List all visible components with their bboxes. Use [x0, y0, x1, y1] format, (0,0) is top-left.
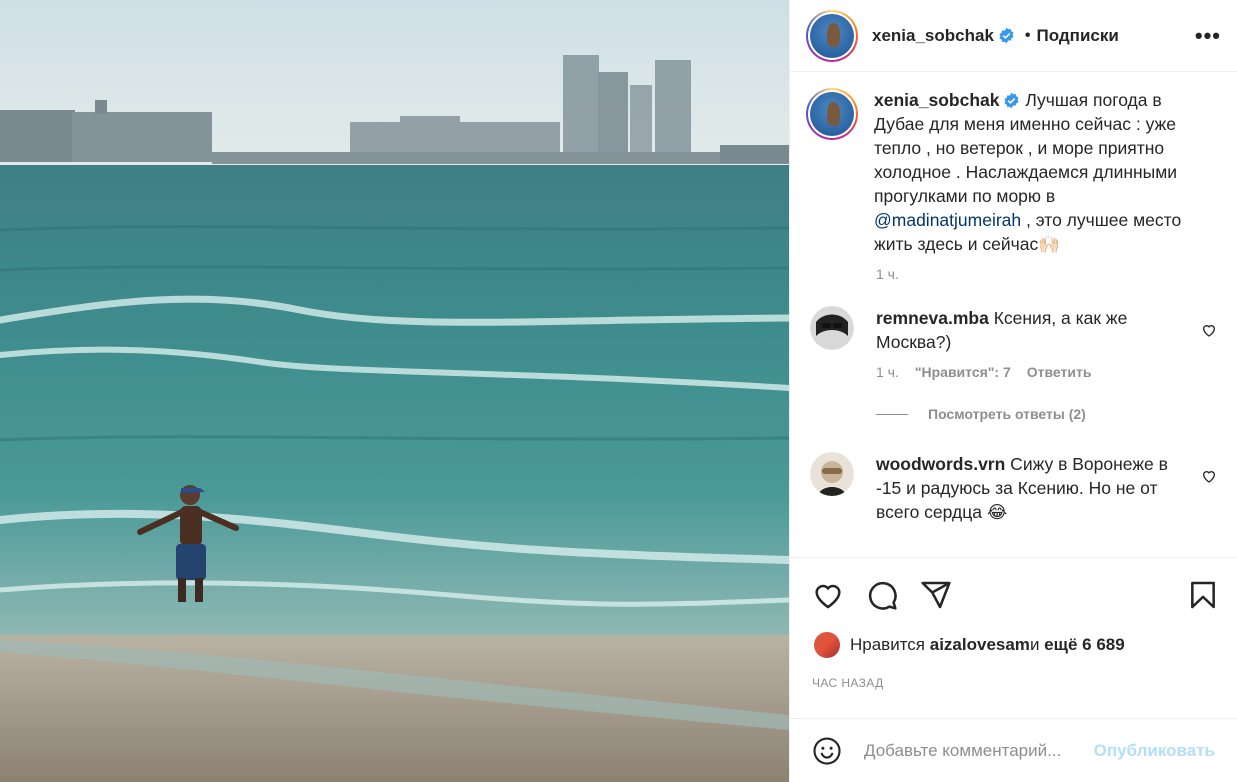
likes-middle: и [1029, 635, 1040, 654]
add-comment-bar: Опубликовать [790, 718, 1237, 782]
commenter-username[interactable]: woodwords.vrn [876, 454, 1005, 474]
author-username[interactable]: xenia_sobchak [872, 26, 994, 46]
post-header: xenia_sobchak • Подписки ••• [790, 0, 1237, 72]
comment-text: remneva.mba Ксения, а как же Москва?) [876, 306, 1176, 354]
comment-text: woodwords.vrn Сижу в Воронеже в -15 и ра… [876, 452, 1176, 524]
caption-username[interactable]: xenia_sobchak [874, 90, 999, 110]
beach-photo-illustration [0, 0, 789, 782]
paper-plane-icon[interactable] [920, 579, 952, 611]
caption-meta: 1 ч. [876, 266, 1221, 282]
author-avatar[interactable] [806, 9, 858, 62]
comment-bubble-icon[interactable] [866, 579, 898, 611]
caption-mention-link[interactable]: @madinatjumeirah [874, 210, 1021, 230]
comment-time: 1 ч. [876, 364, 899, 380]
verified-badge-icon [999, 27, 1014, 44]
smiley-icon[interactable] [812, 736, 842, 766]
comment-item: remneva.mba Ксения, а как же Москва?) [806, 306, 1221, 354]
view-replies-button[interactable]: Посмотреть ответы (2) [876, 406, 1221, 422]
liker-avatar[interactable] [814, 632, 840, 658]
caption-avatar[interactable] [806, 88, 858, 140]
post-photo[interactable] [0, 0, 789, 782]
heart-icon[interactable] [812, 579, 844, 611]
caption-text: xenia_sobchak Лучшая погода в Дубае для … [874, 88, 1204, 256]
more-options-icon[interactable]: ••• [1195, 23, 1221, 49]
comment-like-heart-icon[interactable] [1201, 468, 1217, 484]
following-button[interactable]: Подписки [1037, 26, 1119, 46]
comment-item: woodwords.vrn Сижу в Воронеже в -15 и ра… [806, 452, 1221, 524]
commenter-avatar[interactable] [810, 306, 854, 350]
caption-avatar-image [810, 92, 854, 136]
caption: xenia_sobchak Лучшая погода в Дубае для … [806, 88, 1221, 256]
commenter-avatar[interactable] [810, 452, 854, 496]
view-replies-label: Посмотреть ответы (2) [928, 406, 1086, 422]
separator-dot: • [1024, 26, 1031, 44]
verified-badge-icon [1004, 92, 1019, 109]
likes-count-button[interactable]: ещё 6 689 [1044, 635, 1125, 655]
reply-button[interactable]: Ответить [1027, 364, 1092, 380]
caption-time: 1 ч. [876, 266, 899, 282]
comment-meta: 1 ч. "Нравится": 7 Ответить [876, 364, 1221, 380]
author-avatar-image [810, 13, 854, 58]
commenter-username[interactable]: remneva.mba [876, 308, 989, 328]
publish-button[interactable]: Опубликовать [1094, 741, 1215, 761]
likes-summary: Нравится aizalovesam и ещё 6 689 [790, 632, 1237, 658]
post-timestamp[interactable]: час назад [790, 658, 1237, 690]
comments-list[interactable]: xenia_sobchak Лучшая погода в Дубае для … [790, 72, 1237, 557]
comment-like-heart-icon[interactable] [1201, 322, 1217, 338]
replies-divider-line [876, 413, 908, 415]
comment-input[interactable] [864, 740, 1094, 761]
bookmark-icon[interactable] [1187, 579, 1219, 611]
liker-username[interactable]: aizalovesam [930, 635, 1030, 655]
post-side-panel: xenia_sobchak • Подписки ••• xenia_sobch… [789, 0, 1237, 782]
likes-prefix: Нравится [850, 635, 926, 654]
post-actions-bar [790, 557, 1237, 632]
comment-likes-count[interactable]: "Нравится": 7 [915, 364, 1011, 380]
